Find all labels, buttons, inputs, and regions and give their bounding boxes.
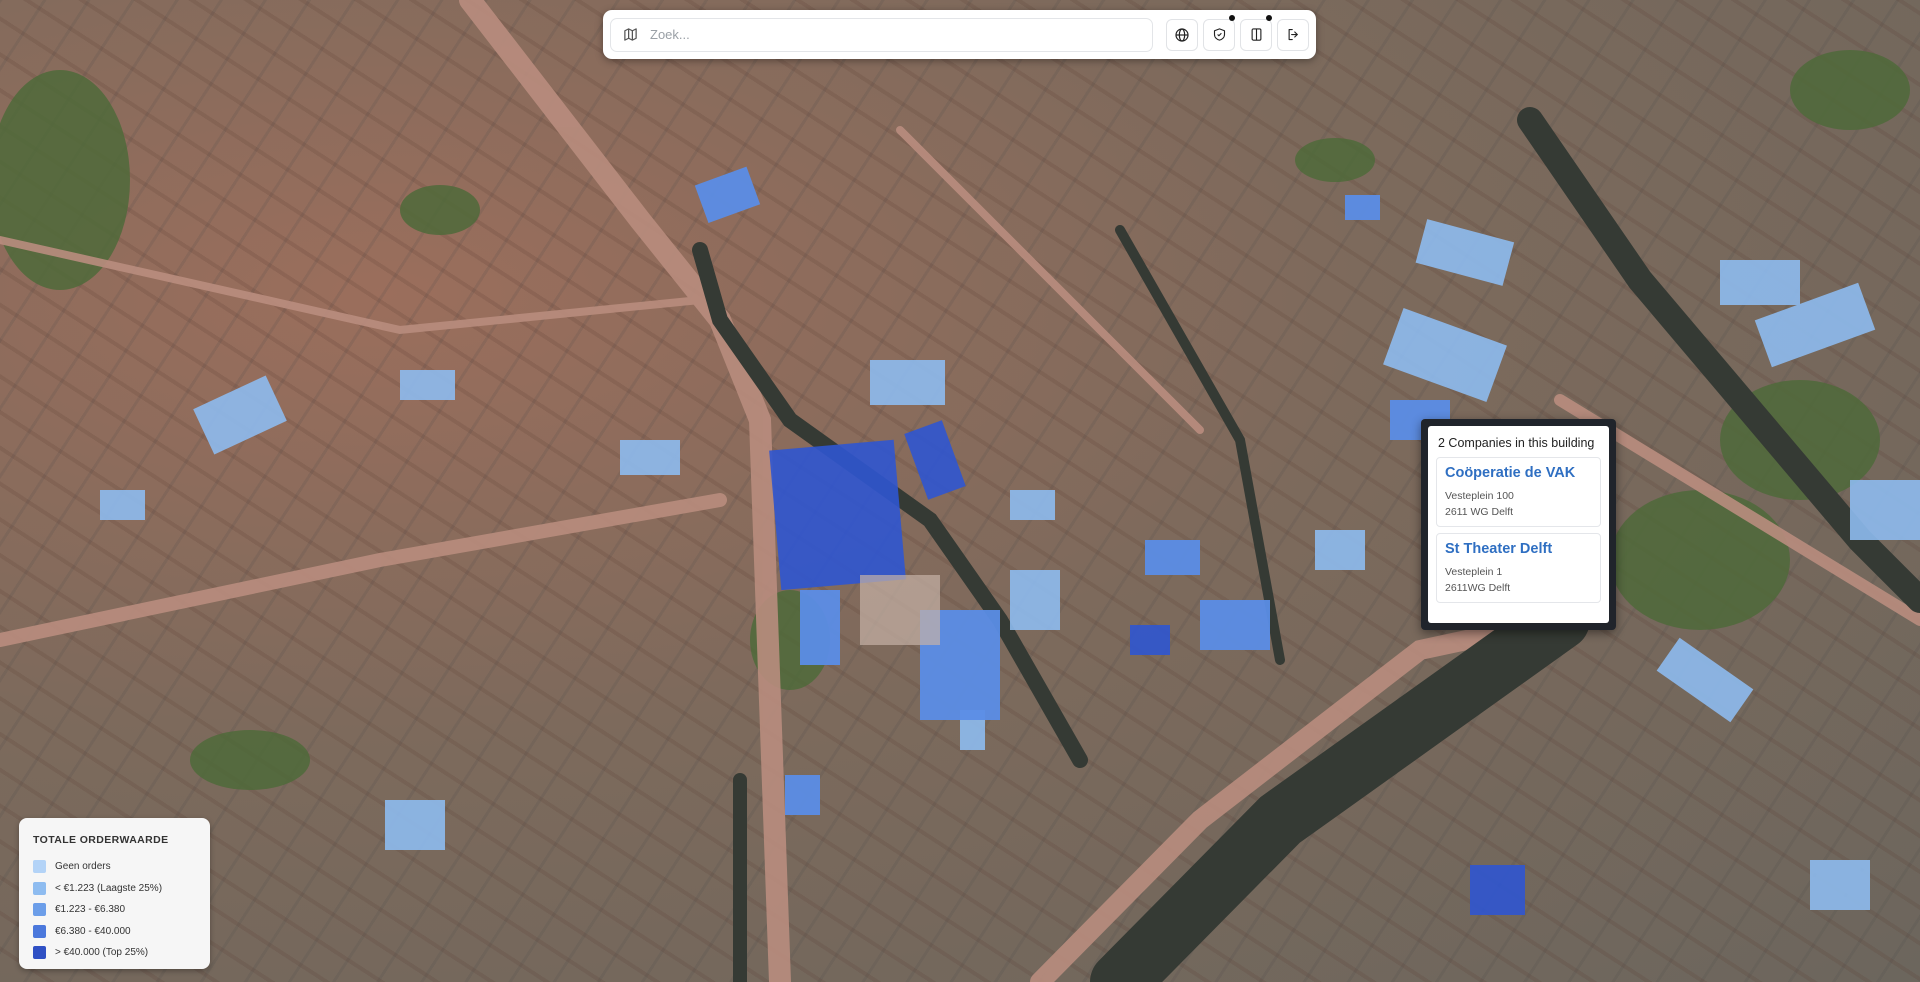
search-box[interactable] — [610, 17, 1153, 52]
legend-swatch — [33, 860, 46, 874]
map-icon — [624, 28, 637, 41]
legend-item: > €40.000 (Top 25%) — [33, 942, 196, 964]
legend-swatch — [33, 946, 46, 960]
logout-button[interactable] — [1277, 18, 1309, 51]
legend-title: TOTALE ORDERWAARDE — [33, 834, 169, 846]
shield-button[interactable] — [1203, 14, 1235, 51]
legend-label: < €1.223 (Laagste 25%) — [55, 882, 163, 894]
company-address: Vesteplein 1 — [1445, 566, 1503, 578]
order-value-legend: TOTALE ORDERWAARDE Geen orders < €1.223 … — [19, 818, 210, 969]
globe-icon — [1175, 27, 1189, 42]
legend-swatch — [33, 924, 46, 938]
globe-button[interactable] — [1166, 18, 1198, 51]
company-postal: 2611 WG Delft — [1445, 506, 1514, 518]
legend-swatch — [33, 881, 46, 895]
legend-item: €6.380 - €40.000 — [33, 921, 196, 943]
company-name-link[interactable]: St Theater Delft — [1445, 541, 1592, 557]
legend-item: €1.223 - €6.380 — [33, 899, 196, 921]
search-input[interactable] — [648, 26, 1140, 43]
map-canvas[interactable] — [0, 0, 1920, 982]
company-postal: 2611WG Delft — [1445, 582, 1511, 594]
company-address: Vesteplein 100 — [1445, 490, 1514, 502]
legend-item: < €1.223 (Laagste 25%) — [33, 878, 196, 900]
legend-label: €1.223 - €6.380 — [55, 904, 126, 916]
popup-title: 2 Companies in this building — [1438, 436, 1595, 450]
legend-item: Geen orders — [33, 856, 196, 878]
aerial-map-layer — [0, 0, 1920, 982]
company-card[interactable]: St Theater Delft Vesteplein 1 2611WG Del… — [1436, 533, 1601, 603]
legend-swatch — [33, 903, 46, 917]
company-name-link[interactable]: Coöperatie de VAK — [1445, 465, 1592, 481]
building-popup: 2 Companies in this building Coöperatie … — [1421, 419, 1616, 630]
legend-label: €6.380 - €40.000 — [55, 925, 131, 937]
notification-dot — [1266, 14, 1272, 21]
top-search-bar — [603, 10, 1316, 59]
panel-icon — [1251, 28, 1261, 41]
shield-icon — [1213, 28, 1225, 41]
notification-dot — [1229, 14, 1235, 21]
popup-body: 2 Companies in this building Coöperatie … — [1428, 426, 1609, 623]
panel-toggle-button[interactable] — [1240, 14, 1272, 51]
legend-label: > €40.000 (Top 25%) — [55, 947, 149, 959]
logout-icon — [1288, 28, 1298, 41]
legend-label: Geen orders — [55, 861, 111, 873]
company-card[interactable]: Coöperatie de VAK Vesteplein 100 2611 WG… — [1436, 457, 1601, 527]
